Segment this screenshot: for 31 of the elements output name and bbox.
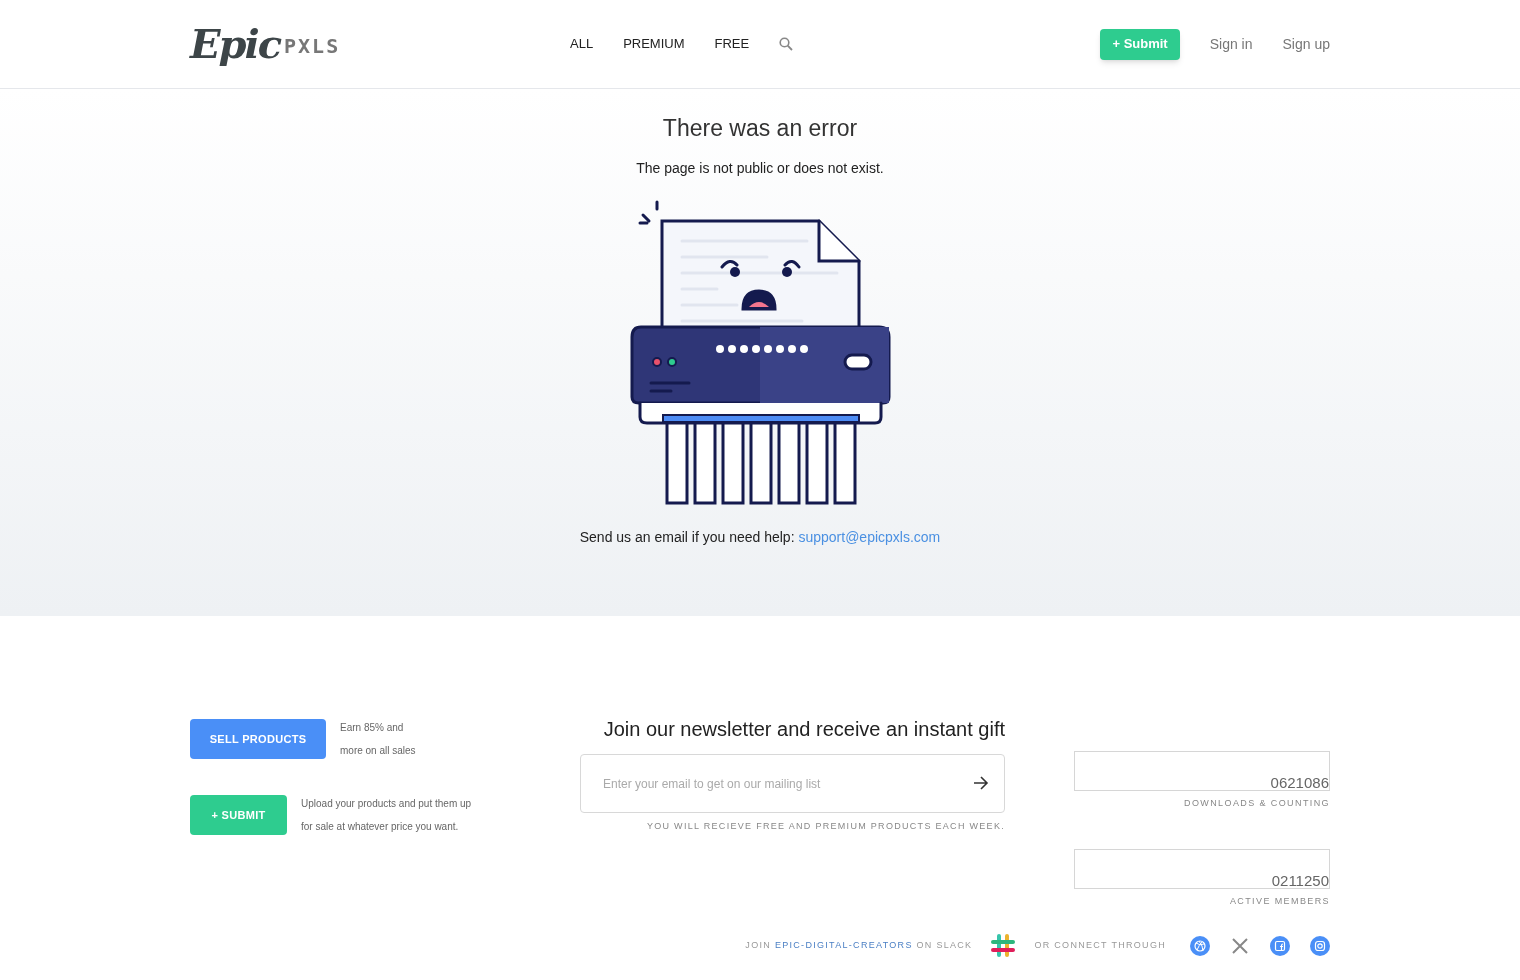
nav-link[interactable]: FREE (714, 34, 750, 54)
instagram-icon[interactable] (1310, 936, 1330, 956)
sign-up-link[interactable]: Sign up (1282, 33, 1330, 55)
newsletter-note: YOU WILL RECIEVE FREE AND PREMIUM PRODUCTS EACH WEEK. (646, 820, 1005, 833)
counter-label: DOWNLOADS & COUNTING (1184, 797, 1330, 810)
error-message: The page is not public or does not exist. (636, 158, 884, 178)
arrow-right-icon[interactable] (973, 776, 989, 790)
counter-value: 0211250 (1271, 872, 1329, 888)
error-title: There was an error (662, 114, 858, 143)
x-logo-icon[interactable] (1230, 936, 1250, 956)
nav-link[interactable]: PREMIUM (623, 34, 685, 54)
action-description: Upload your products and put them up for sale at whatever price you want. (301, 797, 472, 834)
email-field[interactable]: Enter your email to get on our mailing list (580, 754, 1005, 813)
slack-channel-link[interactable]: EPIC-DIGITAL-CREATORS (774, 940, 913, 951)
connect-text: OR CONNECT THROUGH (1034, 939, 1166, 953)
sign-in-link[interactable]: Sign in (1209, 33, 1253, 55)
logo-pixel-text: PXLS (284, 36, 341, 56)
support-email-link[interactable]: support@epicpxls.com (798, 528, 941, 545)
search-icon[interactable] (779, 37, 794, 51)
slack-logo-icon[interactable] (990, 933, 1017, 959)
newsletter-title: Join our newsletter and receive an instant gift (603, 717, 1005, 742)
facebook-icon[interactable] (1270, 936, 1290, 956)
nav-link[interactable]: ALL (570, 34, 594, 54)
counter-value: 0621086 (1270, 775, 1329, 790)
logo-script-text[interactable]: Epic (190, 24, 280, 64)
help-text: Send us an email if you need help: support@epicpxls.com (579, 527, 941, 547)
sell-products-button[interactable]: SELL PRODUCTS (190, 719, 326, 759)
action-description: Earn 85% and more on all sales (340, 721, 416, 758)
counter-label: ACTIVE MEMBERS (1229, 894, 1330, 908)
dribbble-icon[interactable] (1190, 936, 1210, 956)
slack-invite-text: JOIN EPIC-DIGITAL-CREATORS ON SLACK (745, 939, 973, 953)
